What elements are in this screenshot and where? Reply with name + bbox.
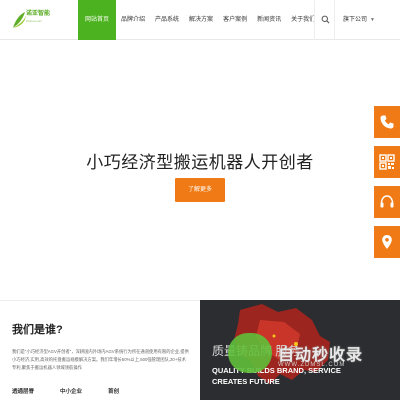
side-service-button[interactable] bbox=[374, 186, 400, 218]
headset-icon bbox=[380, 195, 394, 208]
nav-home[interactable]: 网站首页 bbox=[78, 0, 117, 40]
learn-more-button[interactable]: 了解更多 bbox=[175, 178, 225, 202]
about-section: 我们是谁? 我们是“小巧经济型AGV开创者”，深耕国内外场内AGV系统行为所在通… bbox=[0, 300, 200, 400]
nav-brand[interactable]: 品牌介绍 bbox=[116, 0, 150, 40]
chevron-down-icon: ▼ bbox=[370, 17, 375, 23]
qr-code-icon bbox=[379, 154, 395, 170]
watermark-url: WWW.ZDMSL.COM bbox=[278, 362, 346, 368]
about-highlight: 透通层脊 bbox=[12, 389, 35, 395]
search-icon bbox=[321, 15, 330, 24]
about-highlight: 首创 bbox=[108, 389, 120, 395]
main-nav: 网站首页 品牌介绍 产品系统 解决方案 客户案例 新闻资讯 关于我们 bbox=[78, 0, 320, 40]
logo-subtext: Chinoe.com bbox=[26, 19, 43, 23]
hero-banner: 小巧经济型搬运机器人开创者 了解更多 bbox=[0, 41, 400, 300]
nav-products[interactable]: 产品系统 bbox=[150, 0, 184, 40]
side-qrcode-button[interactable] bbox=[374, 146, 400, 178]
phone-icon bbox=[380, 115, 394, 129]
logo-text: 诺亚智能 bbox=[26, 11, 51, 17]
branch-label: 旗下公司 bbox=[343, 17, 368, 23]
side-location-button[interactable] bbox=[374, 226, 400, 258]
search-button[interactable] bbox=[314, 0, 334, 40]
branch-company-dropdown[interactable]: 旗下公司 ▼ bbox=[334, 0, 400, 40]
side-phone-button[interactable] bbox=[374, 106, 400, 138]
about-highlights: 透通层脊 中小企业 首创 bbox=[12, 387, 192, 395]
watermark-badge-icon bbox=[228, 333, 272, 373]
hero-title: 小巧经济型搬运机器人开创者 bbox=[86, 153, 314, 172]
location-pin-icon bbox=[382, 235, 392, 249]
site-watermark: 自动秒收录 WWW.ZDMSL.COM bbox=[228, 333, 388, 375]
about-description: 我们是“小巧经济型AGV开创者”，深耕国内外场内AGV系统行为所在通道使用有限的… bbox=[12, 349, 189, 370]
about-highlight: 中小企业 bbox=[60, 389, 83, 395]
nav-cases[interactable]: 客户案例 bbox=[218, 0, 252, 40]
nav-news[interactable]: 新闻资讯 bbox=[252, 0, 286, 40]
about-title: 我们是谁? bbox=[12, 324, 63, 336]
nav-solutions[interactable]: 解决方案 bbox=[184, 0, 218, 40]
top-navigation-bar: 诺亚智能 Chinoe.com 网站首页 品牌介绍 产品系统 解决方案 客户案例… bbox=[0, 0, 400, 40]
promo-en-line2: CREATES FUTURE bbox=[212, 377, 280, 386]
